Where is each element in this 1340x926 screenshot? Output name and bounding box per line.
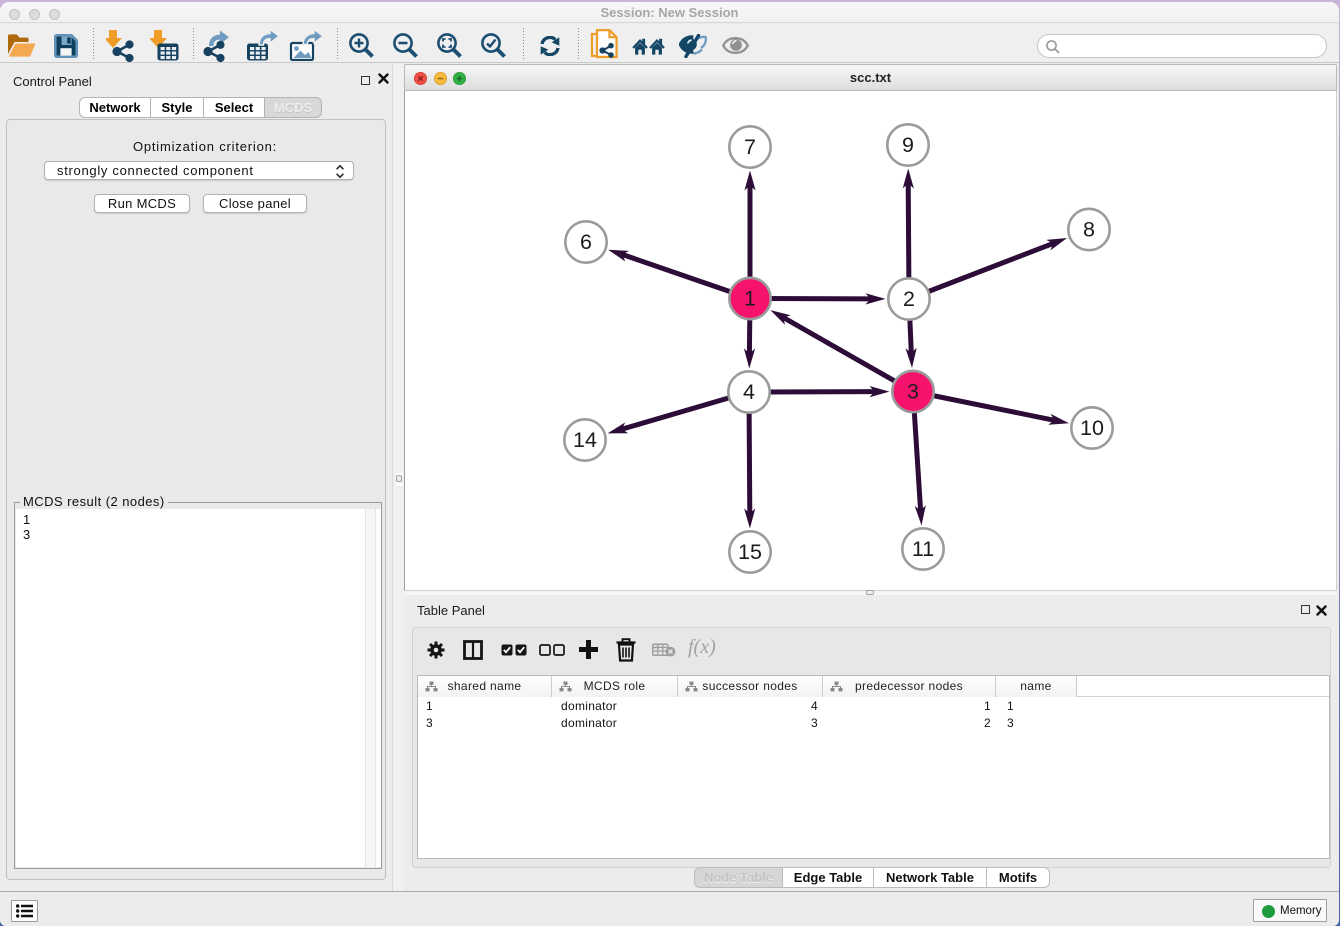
svg-text:8: 8: [1083, 218, 1095, 242]
svg-text:4: 4: [743, 380, 755, 404]
svg-text:7: 7: [744, 135, 756, 159]
svg-text:9: 9: [902, 133, 914, 157]
svg-text:2: 2: [903, 287, 915, 311]
svg-text:3: 3: [907, 380, 919, 404]
svg-text:1: 1: [744, 287, 756, 311]
svg-text:14: 14: [573, 428, 597, 452]
svg-text:6: 6: [580, 230, 592, 254]
svg-text:11: 11: [912, 537, 934, 561]
svg-text:15: 15: [738, 540, 762, 564]
svg-text:10: 10: [1080, 416, 1104, 440]
